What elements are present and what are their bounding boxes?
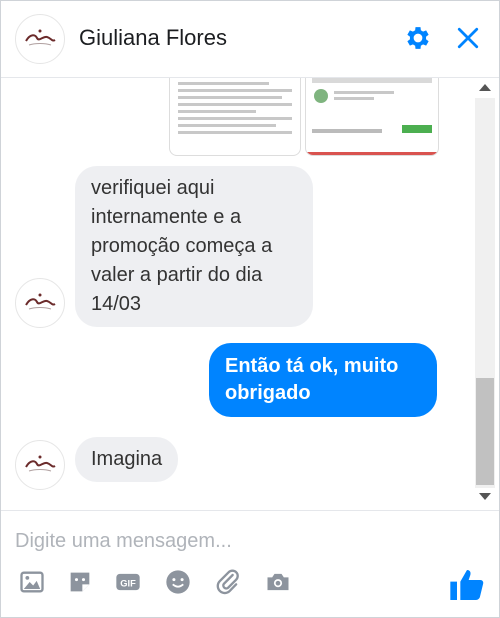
contact-name[interactable]: Giuliana Flores <box>79 25 227 51</box>
sticker-icon <box>70 572 90 592</box>
photo-icon <box>20 571 44 593</box>
gear-icon[interactable] <box>403 23 433 53</box>
shared-image-thumbnail[interactable] <box>169 78 301 156</box>
logo-icon <box>18 281 62 325</box>
camera-button[interactable] <box>263 567 293 597</box>
like-icon[interactable] <box>447 565 487 605</box>
logo-icon <box>18 443 62 487</box>
chat-header: Giuliana Flores <box>1 1 499 78</box>
gif-button[interactable]: GIF <box>113 567 143 597</box>
message-scrollbar[interactable] <box>473 78 497 510</box>
scrollbar-thumb[interactable] <box>476 378 494 485</box>
sticker-button[interactable] <box>65 567 95 597</box>
contact-avatar[interactable] <box>15 440 65 490</box>
incoming-message: Imagina <box>75 437 179 482</box>
attachment-icon <box>216 569 239 595</box>
logo-icon <box>18 17 62 61</box>
emoji-icon <box>166 570 190 594</box>
emoji-button[interactable] <box>163 567 193 597</box>
attachment-button[interactable] <box>213 567 243 597</box>
message-input[interactable] <box>13 525 477 557</box>
scroll-down-arrow-icon[interactable] <box>479 493 491 500</box>
camera-icon <box>267 573 289 591</box>
shared-image-thumbnail[interactable] <box>305 78 439 156</box>
svg-text:GIF: GIF <box>120 579 136 589</box>
scroll-up-arrow-icon[interactable] <box>479 84 491 91</box>
gif-icon: GIF <box>116 573 140 591</box>
message-list: verifiquei aqui internamente e a promoçã… <box>1 78 471 510</box>
header-avatar[interactable] <box>15 14 65 64</box>
outgoing-message: Então tá ok, muito obrigado <box>209 343 437 417</box>
contact-avatar[interactable] <box>15 278 65 328</box>
incoming-message: verifiquei aqui internamente e a promoçã… <box>75 166 313 327</box>
composer: GIF <box>1 510 499 617</box>
close-icon[interactable] <box>453 23 483 53</box>
photo-button[interactable] <box>17 567 47 597</box>
chat-window: Giuliana Flores verifiquei aqui internam… <box>0 0 500 618</box>
